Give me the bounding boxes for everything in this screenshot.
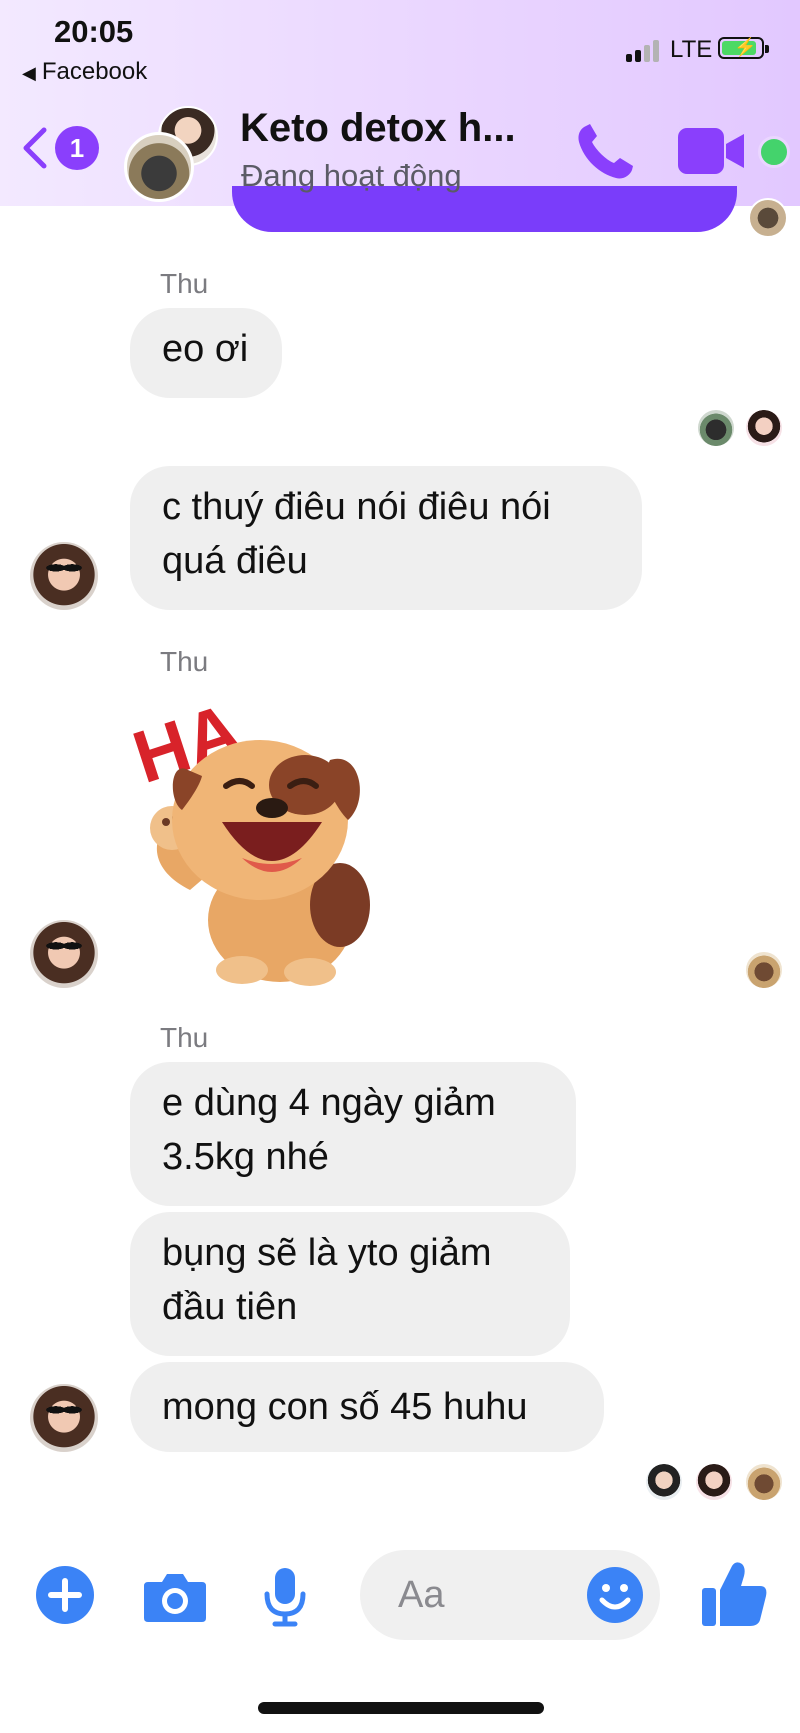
sender-name: Thu — [160, 646, 209, 677]
read-receipt-avatar — [744, 408, 784, 448]
plus-icon[interactable] — [36, 1566, 94, 1624]
read-receipt-avatar — [696, 408, 736, 448]
dog-laughing-sticker[interactable]: HA — [130, 690, 390, 990]
message-bubble[interactable]: eo ơi — [130, 308, 282, 398]
online-indicator — [758, 136, 790, 168]
group-avatar-secondary[interactable] — [124, 132, 194, 202]
smiley-icon[interactable] — [586, 1566, 644, 1624]
read-receipt-avatar — [744, 1462, 784, 1502]
camera-icon[interactable] — [144, 1570, 206, 1622]
network-type: LTE — [670, 36, 713, 63]
message-bubble[interactable]: mong con số 45 huhu — [130, 1362, 604, 1452]
video-camera-icon[interactable] — [678, 128, 746, 174]
phone-icon[interactable] — [574, 122, 636, 180]
thumbs-up-icon[interactable] — [702, 1560, 768, 1628]
back-app-label: Facebook — [41, 58, 148, 85]
read-receipt-avatar — [744, 950, 784, 990]
read-receipt-avatar — [748, 198, 788, 238]
read-receipt-avatar — [644, 1462, 684, 1502]
sender-avatar[interactable] — [30, 542, 98, 610]
message-input-placeholder: Aa — [398, 1574, 445, 1616]
status-time: 20:05 — [54, 14, 134, 49]
chevron-left-icon[interactable] — [20, 126, 50, 170]
active-status: Đang hoạt động — [241, 158, 462, 193]
battery-icon: ⚡ — [718, 37, 769, 59]
message-bubble[interactable]: bụng sẽ là yto giảm đầu tiên — [130, 1212, 570, 1356]
signal-icon — [626, 36, 662, 62]
message-bubble[interactable]: c thuý điêu nói điêu nói quá điêu — [130, 466, 642, 610]
microphone-icon[interactable] — [262, 1566, 308, 1628]
conversation-title[interactable]: Keto detox h... — [240, 106, 516, 151]
sender-name: Thu — [160, 1022, 209, 1053]
home-indicator — [258, 1702, 544, 1714]
message-bubble[interactable]: e dùng 4 ngày giảm 3.5kg nhé — [130, 1062, 576, 1206]
read-receipt-avatar — [694, 1462, 734, 1502]
sender-name: Thu — [160, 268, 209, 299]
back-triangle-icon: ◀ — [22, 63, 36, 83]
unread-count-badge[interactable]: 1 — [55, 126, 99, 170]
back-to-app-link[interactable]: ◀ Facebook — [22, 58, 147, 86]
sender-avatar[interactable] — [30, 920, 98, 988]
sender-avatar[interactable] — [30, 1384, 98, 1452]
